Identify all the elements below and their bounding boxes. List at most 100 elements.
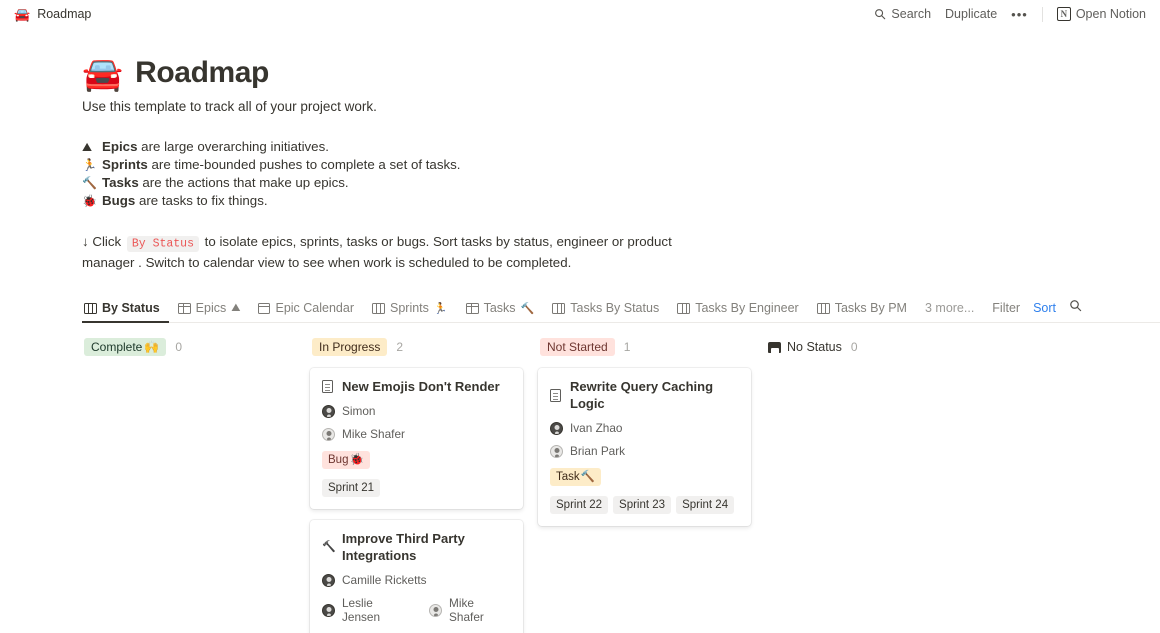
person: Leslie Jensen (322, 596, 413, 624)
status-badge: Complete🙌 (84, 338, 166, 356)
list-item: ⛰ Epics are large overarching initiative… (82, 138, 1160, 156)
open-notion-button[interactable]: N Open Notion (1057, 7, 1146, 21)
list-item-desc: are tasks to fix things. (135, 193, 267, 208)
more-views-button[interactable]: 3 more... (916, 301, 983, 315)
calendar-view-icon (258, 303, 270, 314)
person-name: Leslie Jensen (342, 596, 413, 624)
board-view-icon (552, 303, 565, 314)
avatar (322, 428, 335, 441)
card-person-row: Camille Ricketts (322, 573, 511, 587)
status-label: Complete (91, 340, 142, 354)
page-car-icon: 🚘 (82, 57, 123, 90)
search-button[interactable]: Search (874, 7, 931, 21)
view-tab-bar: By Status Epics ⛰ Epic Calendar Sprints … (82, 294, 1160, 323)
card-title: New Emojis Don't Render (342, 378, 500, 395)
person-name: Mike Shafer (342, 427, 405, 441)
tab-tasks-by-engineer[interactable]: Tasks By Engineer (668, 294, 808, 323)
toolbar-divider (1042, 7, 1043, 22)
board-column-no-status: No Status 0 (766, 336, 994, 633)
status-label: Not Started (547, 340, 608, 354)
card-person-row: Ivan Zhao (550, 421, 739, 435)
list-item-desc: are the actions that make up epics. (139, 175, 349, 190)
card-title-row: 🔨 Improve Third Party Integrations (322, 530, 511, 564)
runner-icon: 🏃 (434, 302, 448, 315)
card-person-row: Leslie Jensen Mike Shafer (322, 596, 511, 624)
top-bar-actions: Search Duplicate ••• N Open Notion (874, 7, 1146, 22)
tab-label: Epic Calendar (275, 301, 354, 315)
board-column-not-started: Not Started 1 Rewrite Query Caching Logi… (538, 336, 766, 633)
person-name: Ivan Zhao (570, 421, 622, 435)
person: Camille Ricketts (322, 573, 427, 587)
list-item-desc: are large overarching initiatives. (137, 139, 328, 154)
avatar (322, 574, 335, 587)
column-header[interactable]: No Status 0 (766, 336, 994, 358)
tab-sprints[interactable]: Sprints 🏃 (363, 294, 457, 323)
board-view-icon (84, 303, 97, 314)
card-tag-row: Sprint 22 Sprint 23 Sprint 24 (550, 496, 739, 514)
search-icon (874, 8, 886, 20)
tab-tasks-by-status[interactable]: Tasks By Status (543, 294, 668, 323)
card-title-row: Rewrite Query Caching Logic (550, 378, 739, 412)
card-tag-row: Bug🐞 (322, 451, 511, 469)
ladybug-icon: 🐞 (349, 453, 363, 467)
board-search-button[interactable] (1069, 299, 1082, 317)
person: Mike Shafer (322, 427, 405, 441)
avatar (322, 405, 335, 418)
card-tag-row: Sprint 21 (322, 479, 511, 497)
sort-button[interactable]: Sort (1033, 301, 1056, 315)
hammer-icon: 🔨 (82, 174, 96, 192)
person: Simon (322, 404, 375, 418)
status-badge: In Progress (312, 338, 387, 356)
by-status-code-badge: By Status (127, 236, 199, 252)
tag-sprint: Sprint 23 (613, 496, 671, 514)
tag-task: Task🔨 (550, 468, 601, 486)
breadcrumb-label: Roadmap (37, 7, 91, 21)
tab-tasks[interactable]: Tasks 🔨 (457, 294, 544, 323)
board-card[interactable]: New Emojis Don't Render Simon Mike Shafe… (310, 368, 523, 509)
card-person-row: Brian Park (550, 444, 739, 458)
breadcrumb[interactable]: 🚘 Roadmap (14, 7, 91, 21)
hidden-icon (768, 342, 781, 353)
open-notion-label: Open Notion (1076, 7, 1146, 21)
list-item-term: Sprints (102, 157, 148, 172)
notion-logo-icon: N (1057, 7, 1071, 21)
instructions-paragraph: ↓ Click By Status to isolate epics, spri… (82, 232, 682, 272)
column-header[interactable]: Complete🙌 0 (82, 336, 310, 358)
table-view-icon (466, 303, 479, 314)
person: Mike Shafer (429, 596, 511, 624)
list-item-text: Epics are large overarching initiatives. (102, 138, 329, 156)
more-options-button[interactable]: ••• (1011, 7, 1028, 22)
card-person-row: Mike Shafer (322, 427, 511, 441)
board-card[interactable]: Rewrite Query Caching Logic Ivan Zhao Br… (538, 368, 751, 526)
column-header[interactable]: In Progress 2 (310, 336, 538, 358)
mountain-icon: ⛰ (231, 302, 240, 315)
tag-sprint: Sprint 24 (676, 496, 734, 514)
list-item-term: Bugs (102, 193, 135, 208)
avatar (550, 445, 563, 458)
tab-epics[interactable]: Epics ⛰ (169, 294, 250, 323)
tab-tasks-by-pm[interactable]: Tasks By PM (808, 294, 916, 323)
column-count: 0 (851, 340, 858, 354)
person-name: Brian Park (570, 444, 625, 458)
column-count: 1 (624, 340, 631, 354)
list-item-text: Tasks are the actions that make up epics… (102, 174, 349, 192)
duplicate-button[interactable]: Duplicate (945, 7, 997, 21)
avatar (550, 422, 563, 435)
runner-icon: 🏃 (82, 156, 96, 174)
person: Brian Park (550, 444, 625, 458)
tag-sprint: Sprint 21 (322, 479, 380, 497)
card-tag-row: Task🔨 (550, 468, 739, 486)
table-view-icon (178, 303, 191, 314)
ladybug-icon: 🐞 (82, 192, 96, 210)
tab-epic-calendar[interactable]: Epic Calendar (249, 294, 363, 323)
tab-by-status[interactable]: By Status (82, 294, 169, 323)
column-cards: New Emojis Don't Render Simon Mike Shafe… (310, 368, 538, 633)
board-column-complete: Complete🙌 0 (82, 336, 310, 633)
board-card[interactable]: 🔨 Improve Third Party Integrations Camil… (310, 520, 523, 633)
filter-button[interactable]: Filter (992, 301, 1020, 315)
search-icon (1069, 299, 1082, 312)
column-header[interactable]: Not Started 1 (538, 336, 766, 358)
no-status-badge: No Status (768, 340, 842, 354)
list-item-text: Bugs are tasks to fix things. (102, 192, 268, 210)
list-item: 🔨 Tasks are the actions that make up epi… (82, 174, 1160, 192)
